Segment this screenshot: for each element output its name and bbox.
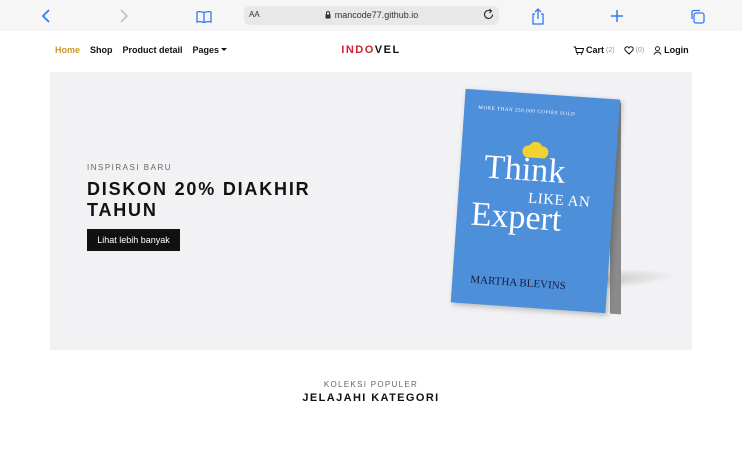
back-icon[interactable]	[36, 6, 56, 26]
brand-part1: INDO	[341, 44, 375, 56]
wishlist-count: (0)	[635, 46, 645, 54]
tabs-icon[interactable]	[687, 6, 707, 26]
book-icon[interactable]	[194, 6, 214, 26]
book-author: MARTHA BLEVINS	[469, 273, 567, 293]
cart-icon	[573, 46, 584, 55]
book-cover: MORE THAN 250,000 COPIES SOLD Think LIKE…	[450, 88, 621, 314]
see-more-button[interactable]: Lihat lebih banyak	[87, 229, 180, 251]
wishlist-link[interactable]: (0)	[623, 45, 645, 55]
lock-icon	[325, 11, 331, 21]
heart-icon	[623, 45, 634, 55]
section-eyebrow: KOLEKSI POPULER	[323, 380, 419, 389]
login-label: Login	[664, 45, 689, 55]
site-navbar: Home Shop Product detail Pages INDOVEL C…	[0, 31, 742, 71]
address-bar[interactable]: AA mancode77.github.io	[244, 6, 499, 25]
nav-actions: Cart (2) (0) Login	[573, 45, 689, 55]
section-title: JELAJAHI KATEGORI	[302, 392, 440, 404]
reload-icon[interactable]	[482, 8, 495, 26]
user-icon	[653, 45, 662, 55]
url-display: mancode77.github.io	[244, 10, 499, 21]
plus-icon[interactable]	[607, 6, 627, 26]
share-icon[interactable]	[528, 6, 548, 26]
cart-label: Cart	[586, 45, 605, 55]
hero-eyebrow: INSPIRASI BARU	[87, 163, 173, 172]
book-title-line1: Think	[482, 148, 567, 191]
forward-icon[interactable]	[114, 6, 134, 26]
browser-toolbar: AA mancode77.github.io	[0, 0, 742, 31]
cart-count: (2)	[606, 46, 615, 54]
hero-headline: DISKON 20% DIAKHIR TAHUN	[87, 179, 311, 220]
cart-link[interactable]: Cart (2)	[573, 45, 615, 55]
url-text: mancode77.github.io	[334, 10, 419, 20]
book-tagline: MORE THAN 250,000 COPIES SOLD	[478, 105, 576, 118]
hero-banner: INSPIRASI BARU DISKON 20% DIAKHIR TAHUN …	[50, 72, 692, 350]
hero-book-image: MORE THAN 250,000 COPIES SOLD Think LIKE…	[448, 88, 678, 330]
brand-part2: VEL	[374, 44, 401, 56]
login-link[interactable]: Login	[653, 45, 689, 55]
book-title-line3: Expert	[469, 195, 563, 239]
